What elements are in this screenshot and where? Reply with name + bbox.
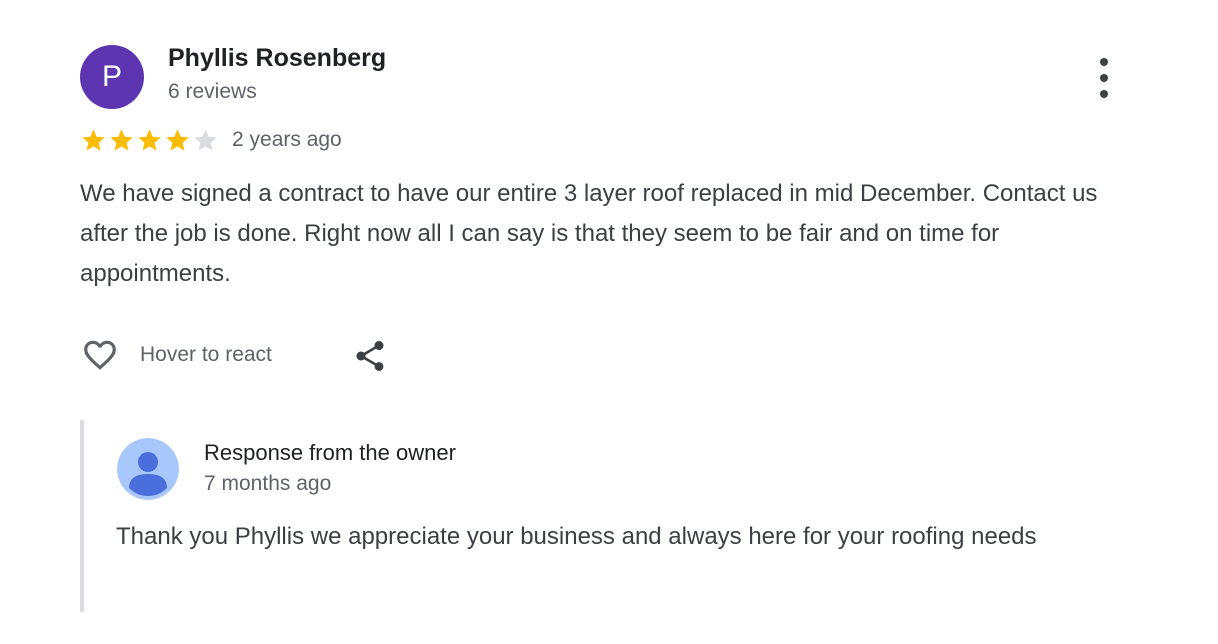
reply-divider [80, 420, 84, 612]
reviewer-name[interactable]: Phyllis Rosenberg [168, 44, 386, 73]
star-filled-icon [110, 129, 133, 151]
avatar-letter: P [101, 60, 122, 93]
star-filled-icon [166, 129, 189, 151]
reviewer-avatar[interactable]: P [80, 45, 144, 109]
owner-response-title: Response from the owner [204, 440, 456, 465]
share-icon[interactable] [352, 338, 388, 374]
more-options-button[interactable] [1090, 58, 1118, 98]
star-filled-icon [82, 129, 105, 151]
owner-avatar [117, 438, 179, 500]
react-label: Hover to react [140, 343, 272, 366]
owner-response-date: 7 months ago [204, 472, 332, 495]
star-empty-icon [194, 129, 217, 151]
more-vert-icon-dot [1100, 74, 1108, 82]
star-filled-icon [138, 129, 161, 151]
more-vert-icon-dot [1100, 90, 1108, 98]
review-text: We have signed a contract to have our en… [80, 180, 1098, 287]
heart-outline-icon [84, 340, 116, 370]
review-count[interactable]: 6 reviews [168, 80, 257, 104]
star-rating [80, 127, 219, 154]
react-button[interactable]: Hover to react [80, 336, 272, 374]
person-icon [117, 438, 179, 500]
owner-response-text: Thank you Phyllis we appreciate your bus… [116, 523, 1037, 550]
review-date: 2 years ago [232, 128, 342, 151]
more-vert-icon-dot [1100, 58, 1108, 66]
